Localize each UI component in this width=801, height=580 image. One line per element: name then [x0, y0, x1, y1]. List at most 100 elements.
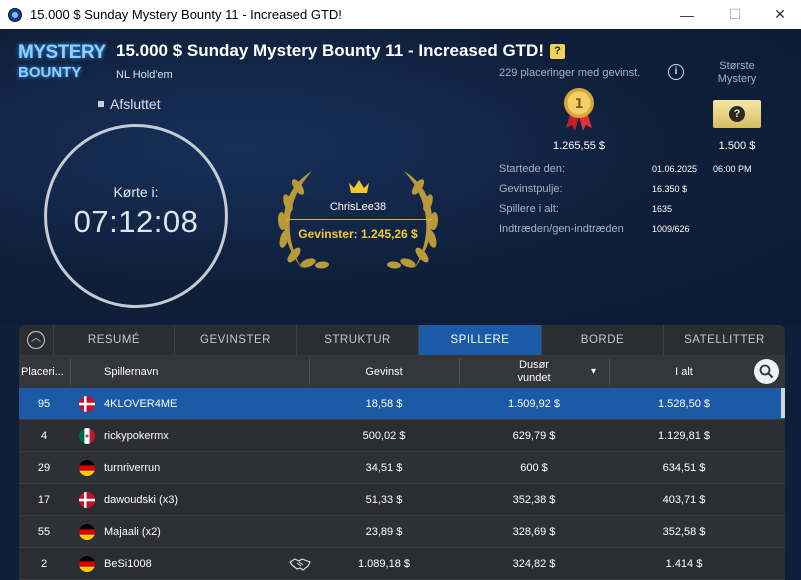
player-name: rickypokermx [104, 430, 169, 442]
winner-prize: Gevinster: 1.245,26 $ [298, 227, 418, 241]
search-players-button[interactable] [754, 359, 779, 384]
player-bounty: 600 $ [520, 462, 548, 474]
app-icon [8, 7, 22, 22]
window-title: 15.000 $ Sunday Mystery Bounty 11 - Incr… [30, 7, 342, 22]
flag-germany-icon [79, 460, 95, 476]
table-row[interactable]: 4 rickypokermx 500,02 $ 629,79 $ 1.129,8… [19, 420, 785, 452]
tab-borde[interactable]: BORDE [541, 325, 663, 355]
player-bounty: 352,38 $ [512, 494, 556, 506]
svg-text:1: 1 [574, 97, 583, 112]
flag-germany-icon [79, 556, 95, 572]
players-table-body: 95 4KLOVER4ME 18,58 $ 1.509,92 $ 1.528,5… [19, 388, 785, 580]
player-prize: 1.089,18 $ [358, 558, 410, 570]
table-row[interactable]: 17 dawoudski (x3) 51,33 $ 352,38 $ 403,7… [19, 484, 785, 516]
player-prize: 34,51 $ [365, 462, 403, 474]
laurel-wreath-icon [277, 171, 439, 269]
collapse-header-button[interactable]: ︿ [19, 325, 53, 355]
table-row[interactable]: 95 4KLOVER4ME 18,58 $ 1.509,92 $ 1.528,5… [19, 388, 785, 420]
status-square-icon [98, 101, 104, 107]
tab-gevinster[interactable]: GEVINSTER [174, 325, 296, 355]
minimize-button[interactable]: — [664, 0, 710, 29]
column-header-name[interactable]: Spillernavn [104, 355, 158, 388]
player-total: 1.129,81 $ [658, 430, 710, 442]
player-name: BeSi1008 [104, 558, 152, 570]
first-place-medal-icon: 1 [564, 88, 594, 131]
flag-denmark-icon [79, 396, 95, 412]
player-bounty: 629,79 $ [512, 430, 556, 442]
crown-icon [349, 180, 369, 193]
player-prize: 23,89 $ [365, 526, 403, 538]
stat-label: Startede den: [499, 163, 566, 175]
stat-row: Startede den: 01.06.2025 06:00 PM [499, 163, 769, 183]
question-icon: ? [729, 106, 745, 122]
help-icon[interactable]: ? [550, 44, 565, 59]
player-name: Majaali (x2) [104, 526, 161, 538]
paid-places-text: 229 placeringer med gevinst. [499, 67, 641, 79]
runtime-clock: Kørte i: 07:12:08 [44, 124, 228, 308]
handshake-deal-icon [289, 558, 311, 571]
player-bounty: 328,69 $ [512, 526, 556, 538]
stat-value: 1009/626 [652, 224, 690, 234]
stat-row: Indtræden/gen-indtræden 1009/626 [499, 223, 769, 243]
player-name: turnriverrun [104, 462, 161, 474]
table-scrollbar[interactable] [781, 388, 785, 418]
flag-denmark-icon [79, 492, 95, 508]
winner-panel: ChrisLee38 Gevinster: 1.245,26 $ [252, 159, 464, 274]
column-header-place[interactable]: Placeri... [21, 355, 71, 388]
table-row[interactable]: 55 Majaali (x2) 23,89 $ 328,69 $ 352,58 … [19, 516, 785, 548]
tab-spillere[interactable]: SPILLERE [418, 325, 541, 355]
status-text: Afsluttet [110, 96, 161, 112]
flag-germany-icon [79, 524, 95, 540]
lobby-tabs: ︿ RESUMÉ GEVINSTER STRUKTUR SPILLERE BOR… [19, 325, 785, 355]
column-divider [70, 358, 71, 385]
player-bounty: 324,82 $ [512, 558, 556, 570]
tournament-header: MYSTERY BOUNTY 15.000 $ Sunday Mystery B… [0, 29, 801, 325]
tab-struktur[interactable]: STRUKTUR [296, 325, 418, 355]
stat-row: Gevinstpulje: 16.350 $ [499, 183, 769, 203]
sort-descending-icon: ▾ [591, 366, 597, 377]
player-total: 634,51 $ [662, 462, 706, 474]
stat-value: 1635 [652, 204, 673, 214]
player-place: 95 [37, 398, 51, 410]
tab-satellitter[interactable]: SATELLITTER [663, 325, 785, 355]
stat-label: Indtræden/gen-indtræden [499, 223, 624, 235]
player-place: 4 [40, 430, 48, 442]
player-place: 55 [37, 526, 51, 538]
search-icon [759, 364, 774, 379]
player-place: 29 [37, 462, 51, 474]
table-row[interactable]: 2 BeSi1008 1.089,18 $ 324,82 $ 1.414 $ [19, 548, 785, 580]
tournament-title: 15.000 $ Sunday Mystery Bounty 11 - Incr… [116, 41, 565, 61]
player-name: dawoudski (x3) [104, 494, 178, 506]
first-prize-amount: 1.265,55 $ [553, 140, 605, 152]
chevron-up-icon: ︿ [27, 331, 45, 349]
player-prize: 51,33 $ [365, 494, 403, 506]
tab-resume[interactable]: RESUMÉ [53, 325, 174, 355]
player-total: 1.414 $ [665, 558, 703, 570]
player-prize: 18,58 $ [365, 398, 403, 410]
flag-mexico-icon [79, 428, 95, 444]
player-place: 17 [37, 494, 51, 506]
window-titlebar: 15.000 $ Sunday Mystery Bounty 11 - Incr… [0, 0, 801, 29]
stat-value: 01.06.2025 [652, 164, 698, 174]
maximize-button[interactable]: ☐ [712, 0, 758, 29]
runtime-label: Kørte i: [113, 184, 159, 200]
tournament-title-text: 15.000 $ Sunday Mystery Bounty 11 - Incr… [116, 41, 544, 60]
table-row[interactable]: 29 turnriverrun 34,51 $ 600 $ 634,51 $ [19, 452, 785, 484]
winner-name: ChrisLee38 [329, 201, 387, 213]
mystery-envelope-icon: ? [713, 100, 761, 128]
biggest-mystery-label: Største Mystery [717, 60, 757, 85]
player-prize: 500,02 $ [362, 430, 406, 442]
player-bounty: 1.509,92 $ [508, 398, 560, 410]
column-header-total[interactable]: I alt [609, 355, 759, 388]
stat-row: Spillere i alt: 1635 [499, 203, 769, 223]
player-total: 352,58 $ [662, 526, 706, 538]
stat-label: Gevinstpulje: [499, 183, 563, 195]
column-header-prize[interactable]: Gevinst [309, 355, 459, 388]
player-place: 2 [40, 558, 48, 570]
info-icon[interactable]: i [668, 64, 684, 80]
stat-value: 16.350 $ [652, 184, 688, 194]
close-button[interactable]: ✕ [757, 0, 801, 29]
stat-label: Spillere i alt: [499, 203, 559, 215]
column-header-bounty[interactable]: Dusør vundet ▾ [459, 355, 609, 388]
runtime-value: 07:12:08 [73, 204, 199, 239]
